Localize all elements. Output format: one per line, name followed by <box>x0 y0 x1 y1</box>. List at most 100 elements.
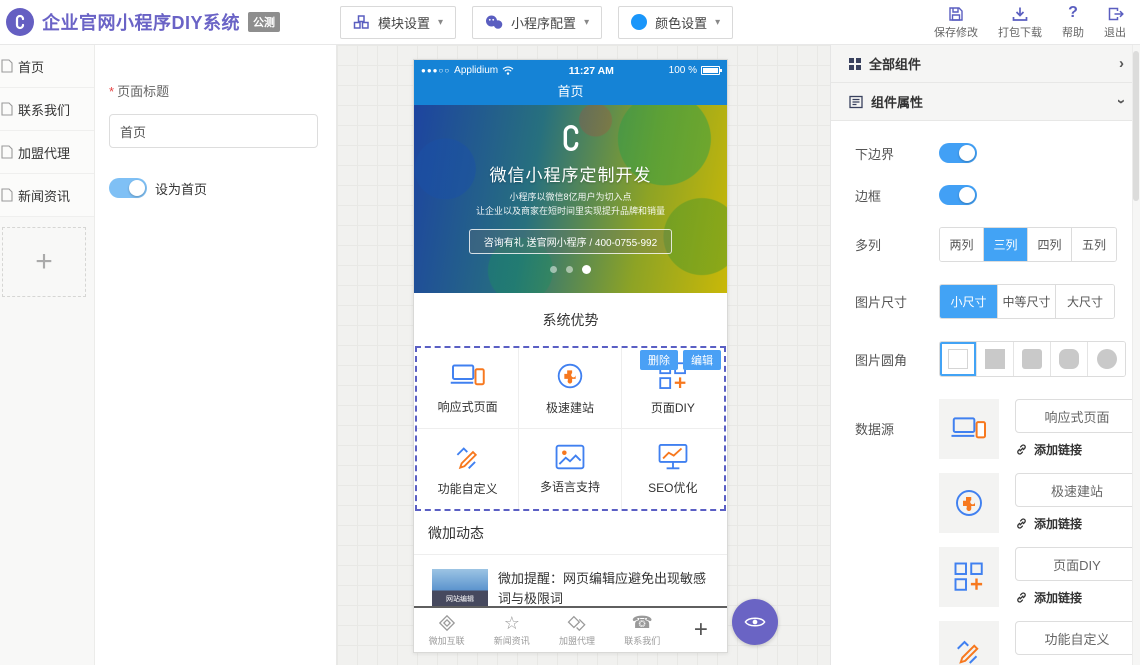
edit-component-button[interactable]: 编辑 <box>683 350 721 370</box>
columns-option-3-selected[interactable]: 三列 <box>984 228 1028 261</box>
set-home-toggle[interactable] <box>109 178 147 198</box>
page-item-label: 新闻资讯 <box>18 186 70 205</box>
banner-slide[interactable]: 微信小程序定制开发 小程序以微信8亿用户为切入点 让企业以及商家在短时间里实现提… <box>414 105 727 293</box>
bottom-border-toggle[interactable] <box>939 143 977 163</box>
add-link-button[interactable]: 添加链接 <box>1015 515 1139 532</box>
columns-option-4[interactable]: 四列 <box>1028 228 1072 261</box>
chevron-down-icon: ▾ <box>715 17 720 28</box>
datasource-thumb[interactable] <box>939 547 999 607</box>
battery-label: 100 % <box>669 65 697 76</box>
feature-cell-responsive[interactable]: 响应式页面 <box>417 348 519 429</box>
datasource-title-input[interactable] <box>1015 621 1139 655</box>
sidebar-item-home[interactable]: 首页 <box>0 45 94 88</box>
scrollbar-thumb[interactable] <box>1133 51 1139 201</box>
star-icon: ☆ <box>504 613 520 633</box>
feature-cell-multilang[interactable]: 多语言支持 <box>519 429 621 510</box>
selected-component-outline[interactable]: 删除 编辑 响应式页面 极速建站 <box>415 346 726 511</box>
add-page-button[interactable]: + <box>2 227 86 297</box>
exit-button[interactable]: 退出 <box>1104 4 1126 40</box>
color-settings-button[interactable]: 颜色设置 ▾ <box>618 6 733 39</box>
help-icon: ? <box>1068 4 1078 22</box>
news-thumb-label: 网站编辑 <box>446 594 474 604</box>
link-icon <box>1015 443 1028 456</box>
preview-button[interactable] <box>732 599 778 645</box>
size-option-small-selected[interactable]: 小尺寸 <box>940 285 998 318</box>
chevron-down-icon: ▾ <box>584 17 589 28</box>
tab-news[interactable]: ☆ 新闻资讯 <box>479 613 544 647</box>
app-logo-icon <box>6 8 34 36</box>
datasource-title-input[interactable] <box>1015 399 1139 433</box>
seo-icon <box>656 441 690 473</box>
page-diy-icon <box>951 559 987 595</box>
sidebar-item-agency[interactable]: 加盟代理 <box>0 131 94 174</box>
help-button[interactable]: ? 帮助 <box>1062 4 1084 40</box>
miniprogram-config-button[interactable]: 小程序配置 ▾ <box>472 6 602 39</box>
sidebar-item-news[interactable]: 新闻资讯 <box>0 174 94 217</box>
datasource-title-input[interactable] <box>1015 547 1139 581</box>
header-actions: 保存修改 打包下载 ? 帮助 退出 <box>934 4 1140 40</box>
size-option-medium[interactable]: 中等尺寸 <box>998 285 1056 318</box>
delete-component-button[interactable]: 删除 <box>640 350 678 370</box>
datasource-thumb[interactable] <box>939 473 999 533</box>
radius-option-2[interactable] <box>1014 342 1051 376</box>
size-option-large[interactable]: 大尺寸 <box>1056 285 1114 318</box>
border-toggle[interactable] <box>939 185 977 205</box>
component-props-label: 组件属性 <box>871 92 923 111</box>
columns-label: 多列 <box>855 235 939 254</box>
eye-icon <box>744 614 766 630</box>
fast-build-icon <box>951 485 987 521</box>
sidebar-item-contact[interactable]: 联系我们 <box>0 88 94 131</box>
scrollbar[interactable] <box>1132 45 1140 665</box>
tabbar-add-button[interactable]: + <box>675 616 727 644</box>
save-button[interactable]: 保存修改 <box>934 4 978 40</box>
tab-agency[interactable]: 加盟代理 <box>544 613 609 647</box>
add-link-button[interactable]: 添加链接 <box>1015 441 1139 458</box>
feature-cell-seo[interactable]: SEO优化 <box>622 429 724 510</box>
radius-option-3[interactable] <box>1051 342 1088 376</box>
carrier-label: Applidium <box>454 65 498 76</box>
page-icon <box>1 188 13 202</box>
diamond-logo-icon <box>437 613 457 633</box>
datasource-thumb[interactable] <box>939 399 999 459</box>
carousel-dots[interactable] <box>414 265 727 274</box>
image-radius-label: 图片圆角 <box>855 350 939 369</box>
all-components-header[interactable]: 全部组件 › <box>831 45 1140 83</box>
feature-label: 极速建站 <box>546 399 594 416</box>
fast-build-icon <box>553 359 587 393</box>
columns-option-5[interactable]: 五列 <box>1072 228 1116 261</box>
radius-option-0-selected[interactable] <box>940 342 977 376</box>
news-item[interactable]: 网站编辑 微加提醒：网页编辑应避免出现敏感词与极限词 <box>414 555 727 609</box>
banner-subtitle: 小程序以微信8亿用户为切入点 让企业以及商家在短时间里实现提升品牌和销量 <box>414 191 727 218</box>
download-icon <box>1012 4 1028 22</box>
carousel-dot-active[interactable] <box>582 265 591 274</box>
brand: 企业官网小程序DIY系统 公测 <box>0 8 340 36</box>
tab-weijia[interactable]: 微加互联 <box>414 613 479 647</box>
tab-contact[interactable]: ☎ 联系我们 <box>610 613 675 647</box>
banner-cta-pill[interactable]: 咨询有礼 送官网小程序 / 400-0755-992 <box>469 229 672 254</box>
datasource-thumb[interactable] <box>939 621 999 665</box>
banner-heading: 微信小程序定制开发 <box>414 161 727 186</box>
set-home-label: 设为首页 <box>155 179 207 198</box>
wechat-icon <box>485 15 503 30</box>
tags-icon <box>567 613 588 633</box>
radius-option-1[interactable] <box>977 342 1014 376</box>
page-item-label: 首页 <box>18 57 44 76</box>
component-props-header[interactable]: 组件属性 › <box>831 83 1140 121</box>
carousel-dot[interactable] <box>566 266 573 273</box>
color-settings-label: 颜色设置 <box>655 13 707 32</box>
required-mark: * <box>109 84 114 99</box>
phone-preview: ●●●○○ Applidium 11:27 AM 100 % 首页 <box>413 59 728 653</box>
top-header: 企业官网小程序DIY系统 公测 模块设置 ▾ 小程序配置 ▾ 颜色设置 <box>0 0 1140 45</box>
columns-option-2[interactable]: 两列 <box>940 228 984 261</box>
border-label: 边框 <box>855 186 939 205</box>
carousel-dot[interactable] <box>550 266 557 273</box>
module-settings-button[interactable]: 模块设置 ▾ <box>340 6 456 39</box>
image-radius-options <box>939 341 1126 377</box>
add-link-button[interactable]: 添加链接 <box>1015 589 1139 606</box>
page-title-input[interactable] <box>109 114 318 148</box>
download-button[interactable]: 打包下载 <box>998 4 1042 40</box>
feature-cell-fast-build[interactable]: 极速建站 <box>519 348 621 429</box>
feature-cell-custom[interactable]: 功能自定义 <box>417 429 519 510</box>
radius-option-circle[interactable] <box>1088 342 1125 376</box>
datasource-title-input[interactable] <box>1015 473 1139 507</box>
